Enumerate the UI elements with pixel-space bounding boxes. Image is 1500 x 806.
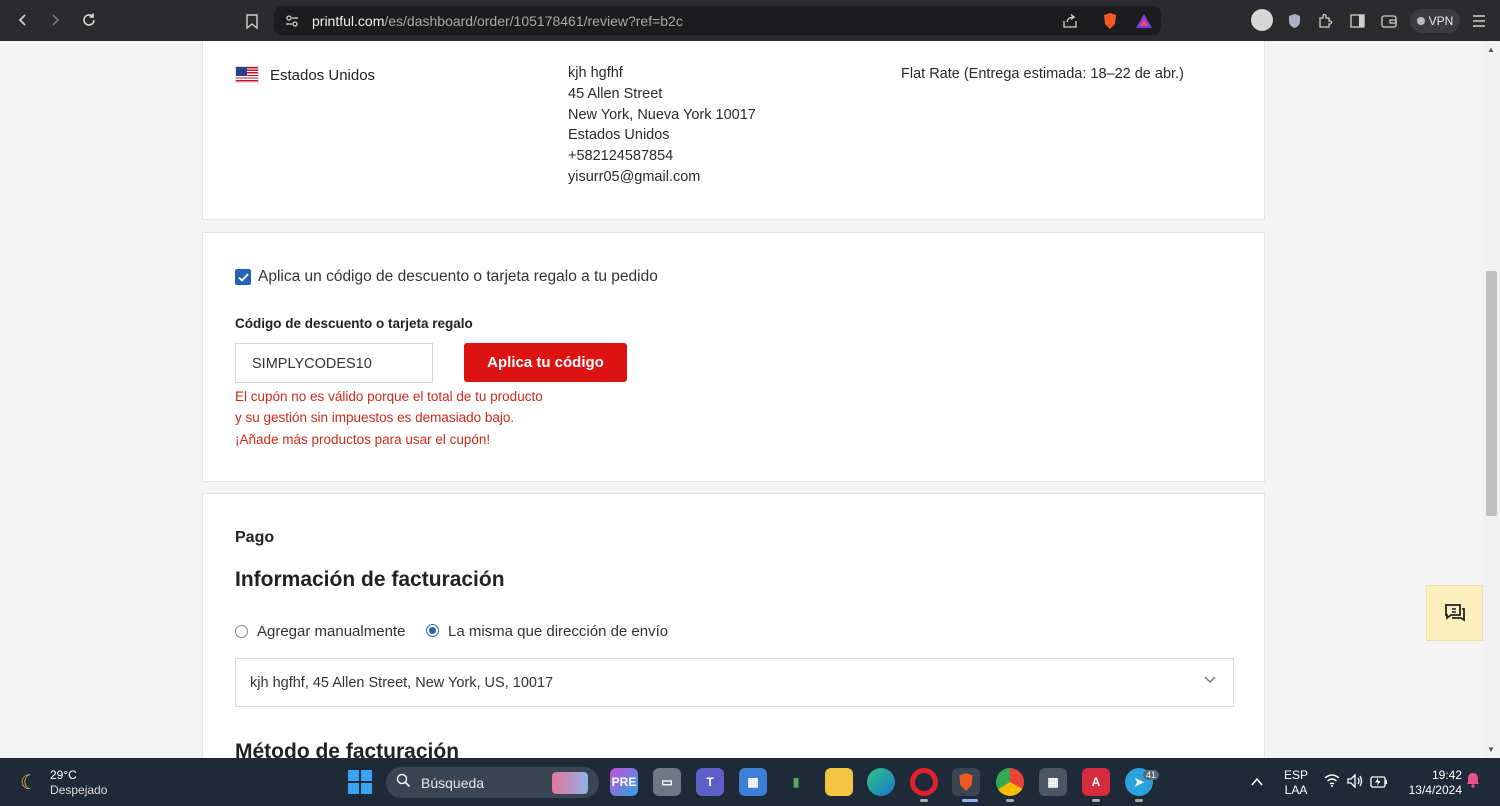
address-street: 45 Allen Street <box>568 86 663 102</box>
address-phone: +582124587854 <box>568 148 674 164</box>
discount-checkbox-label[interactable]: Aplica un código de descuento o tarjeta … <box>258 268 658 286</box>
browser-toolbar: printful.com/es/dashboard/order/10517846… <box>0 0 1500 41</box>
volume-icon[interactable] <box>1347 773 1363 793</box>
wifi-icon[interactable] <box>1324 774 1340 792</box>
taskbar: ☾ 29°C Despejado Búsqueda PRE ▭ T ▦ ▮ ▦ … <box>0 758 1500 806</box>
coupon-error-line-2: y su gestión sin impuestos es demasiado … <box>235 410 515 425</box>
address-country: Estados Unidos <box>568 127 670 143</box>
brave-taskbar-icon[interactable] <box>952 768 980 796</box>
radio-same-address[interactable] <box>426 624 439 637</box>
chrome-running-indicator <box>1006 799 1014 802</box>
extensions-icon[interactable] <box>1314 10 1336 32</box>
autocad-icon[interactable]: A <box>1082 768 1110 796</box>
telegram-running-indicator <box>1135 799 1143 802</box>
task-view-icon[interactable]: ▭ <box>653 768 681 796</box>
menu-icon[interactable] <box>1468 10 1490 32</box>
telegram-badge: 41 <box>1143 770 1160 780</box>
address-email: yisurr05@gmail.com <box>568 169 701 185</box>
payment-section-label: Pago <box>235 529 275 546</box>
brave-active-indicator <box>962 799 978 802</box>
radio-manual[interactable] <box>235 625 248 638</box>
teams-icon[interactable]: T <box>696 768 724 796</box>
search-placeholder: Búsqueda <box>421 775 485 791</box>
url-path: /es/dashboard/order/105178461/review?ref… <box>384 13 683 29</box>
taskbar-search[interactable]: Búsqueda <box>386 767 599 798</box>
checkmark-icon <box>237 272 249 282</box>
radio-manual-label[interactable]: Agregar manualmente <box>257 623 405 640</box>
copilot-icon[interactable]: PRE <box>610 768 638 796</box>
scroll-up-icon[interactable]: ▲ <box>1487 45 1495 54</box>
payment-card: Pago Información de facturación Agregar … <box>202 493 1265 758</box>
keyboard-layout[interactable]: LAA <box>1283 783 1309 797</box>
clock-date[interactable]: 13/4/2024 <box>1396 783 1462 797</box>
store-icon[interactable]: ▦ <box>739 768 767 796</box>
scroll-down-icon[interactable]: ▼ <box>1487 745 1495 754</box>
us-flag-icon <box>235 66 259 83</box>
address-city: New York, Nueva York 10017 <box>568 107 756 123</box>
share-icon[interactable] <box>1059 10 1081 32</box>
radio-same-address-label[interactable]: La misma que dirección de envío <box>448 623 668 640</box>
url-host: printful.com <box>312 13 385 29</box>
brave-shield-icon[interactable] <box>1099 10 1121 32</box>
billing-address-select[interactable]: kjh hgfhf, 45 Allen Street, New York, US… <box>235 658 1234 707</box>
apply-code-button[interactable]: Aplica tu código <box>464 343 627 382</box>
wallet-icon[interactable] <box>1378 10 1400 32</box>
profile-icon[interactable] <box>1251 9 1273 31</box>
file-explorer-icon[interactable] <box>825 768 853 796</box>
weather-description[interactable]: Despejado <box>50 783 107 797</box>
page-viewport: Estados Unidos kjh hgfhf 45 Allen Street… <box>0 41 1483 758</box>
minecraft-icon[interactable]: ▮ <box>782 768 810 796</box>
bookmark-icon[interactable] <box>241 10 263 32</box>
shipping-country: Estados Unidos <box>270 67 376 84</box>
chat-button[interactable] <box>1426 585 1483 641</box>
language-code[interactable]: ESP <box>1283 768 1309 782</box>
battery-icon[interactable] <box>1370 775 1388 793</box>
billing-address-value: kjh hgfhf, 45 Allen Street, New York, US… <box>250 675 554 691</box>
chrome-icon[interactable] <box>996 768 1024 796</box>
opera-icon[interactable] <box>910 768 938 796</box>
notification-bell-icon[interactable] <box>1466 772 1480 793</box>
site-settings-icon[interactable] <box>281 10 303 32</box>
vpn-button[interactable]: VPN <box>1410 9 1460 33</box>
shipping-summary-card: Estados Unidos kjh hgfhf 45 Allen Street… <box>202 41 1265 220</box>
opera-running-indicator <box>920 799 928 802</box>
weather-temperature[interactable]: 29°C <box>50 768 77 782</box>
coupon-error-line-3: ¡Añade más productos para usar el cupón! <box>235 432 491 447</box>
chat-icon <box>1444 604 1465 622</box>
discount-field-label: Código de descuento o tarjeta regalo <box>235 316 473 331</box>
moon-icon[interactable]: ☾ <box>20 770 38 795</box>
chevron-down-icon <box>1203 672 1217 689</box>
clock-time[interactable]: 19:42 <box>1396 768 1462 782</box>
vpn-label: VPN <box>1428 14 1454 28</box>
address-bar[interactable]: printful.com/es/dashboard/order/10517846… <box>274 6 1161 35</box>
scroll-thumb[interactable] <box>1486 271 1497 516</box>
discount-card: Aplica un código de descuento o tarjeta … <box>202 232 1265 482</box>
sidebar-icon[interactable] <box>1346 10 1368 32</box>
reload-icon[interactable] <box>74 5 104 35</box>
autocad-running-indicator <box>1092 799 1100 802</box>
shipping-method: Flat Rate (Entrega estimada: 18–22 de ab… <box>901 66 1184 82</box>
shield-icon[interactable] <box>1283 10 1305 32</box>
calculator-icon[interactable]: ▦ <box>1039 768 1067 796</box>
edge-icon[interactable] <box>867 768 895 796</box>
windows-start-icon[interactable] <box>348 770 372 794</box>
forward-icon[interactable] <box>40 5 70 35</box>
coupon-error-line-1: El cupón no es válido porque el total de… <box>235 389 543 404</box>
search-icon <box>396 773 411 791</box>
billing-info-title: Información de facturación <box>235 568 505 591</box>
back-icon[interactable] <box>8 5 38 35</box>
tray-expand-icon[interactable] <box>1251 774 1263 792</box>
vpn-status-icon <box>1416 17 1425 25</box>
page-scrollbar[interactable]: ▲ ▼ <box>1483 41 1500 758</box>
search-highlight-icon <box>552 772 588 794</box>
discount-code-input[interactable]: SIMPLYCODES10 <box>235 343 433 383</box>
billing-method-title: Método de facturación <box>235 740 460 758</box>
brave-rewards-icon[interactable] <box>1133 10 1155 32</box>
url-text: printful.com/es/dashboard/order/10517846… <box>312 13 683 29</box>
address-name: kjh hgfhf <box>568 65 623 81</box>
discount-checkbox[interactable] <box>235 269 251 285</box>
